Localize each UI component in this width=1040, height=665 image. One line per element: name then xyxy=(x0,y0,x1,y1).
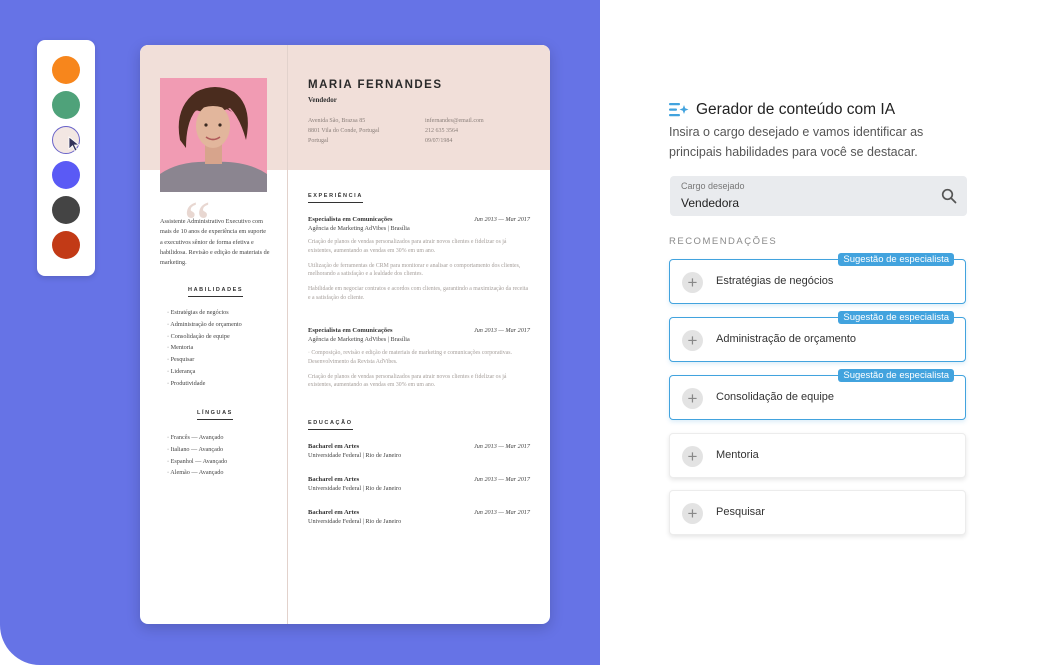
color-swatch-orange[interactable] xyxy=(52,56,80,84)
list-item: · Administração de orçamento xyxy=(167,320,242,328)
resume-name: MARIA FERNANDES xyxy=(308,79,443,91)
recommendation-label: Pesquisar xyxy=(716,506,765,518)
mouse-cursor-icon xyxy=(68,136,81,152)
add-icon[interactable]: + xyxy=(682,446,703,467)
address-line: Portugal xyxy=(308,138,329,144)
contact-phone: 212 635 3564 xyxy=(425,128,458,134)
address-line: 8801 Vila do Conde, Portugal xyxy=(308,128,380,134)
search-label: Cargo desejado xyxy=(681,181,745,191)
panel-subtitle: Insira o cargo desejado e vamos identifi… xyxy=(669,125,924,159)
education-date: Jun 2013 — Mar 2017 xyxy=(473,443,530,450)
job-bullet: Habilidade em negociar contratos e acord… xyxy=(308,286,529,301)
job-entry: Especialista em Comunicações Jun 2013 — … xyxy=(308,216,530,303)
column-divider xyxy=(287,45,288,624)
panel-header: Gerador de conteúdo com IA xyxy=(669,101,895,119)
job-date: Jun 2013 — Mar 2017 xyxy=(473,216,530,223)
job-bullet: · Composição, revisão e edição de materi… xyxy=(308,350,512,365)
job-company: Agência de Marketing AdVibes | Brasília xyxy=(308,336,410,343)
color-swatch-red[interactable] xyxy=(52,231,80,259)
list-item: · Alemão — Avançado xyxy=(167,469,224,477)
recommendation-card[interactable]: + Mentoria xyxy=(669,433,966,478)
add-icon[interactable]: + xyxy=(682,330,703,351)
color-swatch-green[interactable] xyxy=(52,91,80,119)
list-item: · Francês — Avançado xyxy=(167,434,224,441)
list-item: · Liderança xyxy=(167,367,196,375)
list-item: · Consolidação de equipe xyxy=(167,332,230,340)
resume-address: Avenida São, Brazsa 85 8801 Vila do Cond… xyxy=(308,116,379,146)
list-item: · Pesquisar xyxy=(167,356,195,364)
education-entry: Bacharel em Artes Jun 2013 — Mar 2017 Un… xyxy=(308,509,530,525)
job-title-search-input[interactable]: Cargo desejado Vendedora xyxy=(670,176,967,216)
list-item: · Mentoria xyxy=(167,344,194,352)
resume-preview: MARIA FERNANDES Vendedor Avenida São, Br… xyxy=(140,45,550,624)
list-item: · Produtividade xyxy=(167,379,206,387)
color-palette xyxy=(37,40,95,276)
contact-birthdate: 09/07/1984 xyxy=(425,138,453,144)
list-item: · Espanhol — Avançado xyxy=(167,457,228,465)
add-icon[interactable]: + xyxy=(682,272,703,293)
skills-heading: HABILIDADES xyxy=(188,287,244,297)
address-line: Avenida São, Brazsa 85 xyxy=(308,118,366,124)
recommendation-label: Mentoria xyxy=(716,449,759,461)
search-value: Vendedora xyxy=(681,196,740,210)
color-swatch-dark-gray[interactable] xyxy=(52,196,80,224)
job-bullet: Utilização de ferramentas de CRM para mo… xyxy=(308,262,521,278)
school-name: Universidade Federal | Rio de Janeiro xyxy=(308,518,402,525)
education-entry: Bacharel em Artes Jun 2013 — Mar 2017 Un… xyxy=(308,476,530,492)
resume-contact: infernandes@email.com 212 635 3564 09/07… xyxy=(425,116,484,146)
contact-email: infernandes@email.com xyxy=(425,118,484,124)
education-date: Jun 2013 — Mar 2017 xyxy=(473,509,530,516)
recommendation-card[interactable]: Sugestão de especialista + Consolidação … xyxy=(669,369,966,420)
experience-heading: EXPERIÊNCIA xyxy=(308,193,363,203)
job-date: Jun 2013 — Mar 2017 xyxy=(473,327,530,334)
languages-heading: LÍNGUAS xyxy=(197,410,233,420)
recommendation-card[interactable]: + Pesquisar xyxy=(669,490,966,535)
recommendation-card[interactable]: Sugestão de especialista + Administração… xyxy=(669,311,966,362)
resume-summary: Assistente Administrativo Executivo com … xyxy=(160,218,270,267)
panel-title: Gerador de conteúdo com IA xyxy=(696,101,896,118)
education-heading: EDUCAÇÃO xyxy=(308,420,353,430)
search-icon[interactable] xyxy=(941,188,957,204)
recommendation-label: Estratégias de negócios xyxy=(716,275,834,287)
job-bullet: Criação de planos de vendas personalizad… xyxy=(308,239,507,254)
profile-photo xyxy=(160,78,267,192)
skills-list: · Estratégias de negócios · Administraçã… xyxy=(167,307,242,390)
recommendation-label: Administração de orçamento xyxy=(716,333,857,345)
job-bullet: Criação de planos de vendas personalizad… xyxy=(308,373,507,389)
expert-suggestion-badge: Sugestão de especialista xyxy=(838,311,954,324)
job-company: Agência de Marketing AdVibes | Brasília xyxy=(308,225,410,232)
resume-role: Vendedor xyxy=(308,96,337,104)
list-item: · Italiano — Avançado xyxy=(167,445,224,453)
languages-list: · Francês — Avançado · Italiano — Avança… xyxy=(167,432,227,479)
color-swatch-blue[interactable] xyxy=(52,161,80,189)
school-name: Universidade Federal | Rio de Janeiro xyxy=(308,452,402,459)
recommendation-label: Consolidação de equipe xyxy=(716,391,835,403)
recommendations-heading: RECOMENDAÇÕES xyxy=(669,236,778,247)
ai-sparkle-icon xyxy=(669,103,689,117)
expert-suggestion-badge: Sugestão de especialista xyxy=(838,369,954,382)
list-item: · Estratégias de negócios xyxy=(167,309,229,316)
school-name: Universidade Federal | Rio de Janeiro xyxy=(308,485,402,492)
recommendation-card[interactable]: Sugestão de especialista + Estratégias d… xyxy=(669,253,966,304)
expert-suggestion-badge: Sugestão de especialista xyxy=(838,253,954,266)
add-icon[interactable]: + xyxy=(682,388,703,409)
education-entry: Bacharel em Artes Jun 2013 — Mar 2017 Un… xyxy=(308,443,530,459)
education-date: Jun 2013 — Mar 2017 xyxy=(473,476,530,483)
job-entry: Especialista em Comunicações Jun 2013 — … xyxy=(308,327,530,390)
add-icon[interactable]: + xyxy=(682,503,703,524)
